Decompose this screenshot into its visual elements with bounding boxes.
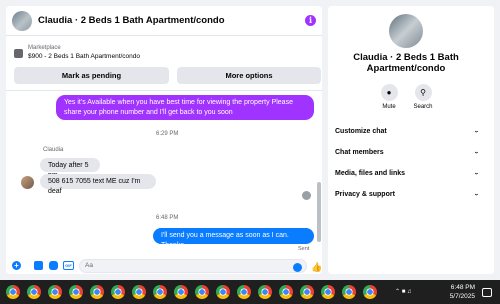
notification-icon[interactable] — [482, 288, 492, 297]
message-input[interactable]: Aa — [79, 259, 307, 273]
chrome-icon[interactable] — [6, 285, 20, 299]
section-label: Privacy & support — [335, 190, 395, 198]
message-outgoing[interactable]: I'll send you a message as soon as I can… — [153, 228, 314, 249]
marketplace-listing[interactable]: Marketplace $900 - 2 Beds 1 Bath Apartme… — [14, 44, 140, 62]
chrome-icon[interactable] — [48, 285, 62, 299]
info-icon[interactable]: i — [305, 15, 316, 26]
search-label: Search — [413, 104, 433, 110]
plus-icon[interactable]: + — [12, 261, 21, 270]
sticker-icon[interactable] — [49, 261, 58, 270]
section-chat-members[interactable]: Chat members › — [335, 145, 480, 159]
avatar[interactable] — [21, 176, 34, 189]
chat-title[interactable]: Claudia · 2 Beds 1 Bath Apartment/condo — [38, 15, 225, 26]
chevron-down-icon: › — [472, 129, 480, 133]
chrome-icon[interactable] — [258, 285, 272, 299]
search-button[interactable]: ⚲ Search — [408, 84, 438, 110]
timestamp: 6:48 PM — [156, 215, 179, 221]
chrome-icon[interactable] — [27, 285, 41, 299]
section-media-files-links[interactable]: Media, files and links › — [335, 166, 480, 180]
chrome-icon[interactable] — [174, 285, 188, 299]
chrome-icon[interactable] — [300, 285, 314, 299]
gif-icon[interactable]: GIF — [63, 261, 74, 270]
chevron-down-icon: › — [472, 171, 480, 175]
chrome-icon[interactable] — [363, 285, 377, 299]
chrome-icon[interactable] — [69, 285, 83, 299]
chrome-icon[interactable] — [342, 285, 356, 299]
section-label: Customize chat — [335, 127, 387, 135]
chrome-icon[interactable] — [132, 285, 146, 299]
scrollbar[interactable] — [317, 182, 321, 242]
mute-button[interactable]: ● Mute — [374, 84, 404, 110]
sender-name: Claudia — [43, 147, 64, 153]
section-label: Media, files and links — [335, 169, 406, 177]
chevron-down-icon: › — [472, 150, 480, 154]
sent-status: Sent — [298, 246, 310, 252]
more-options-button[interactable]: More options — [177, 67, 321, 84]
composer: + GIF Aa 👍 — [6, 256, 322, 274]
chrome-icon[interactable] — [237, 285, 251, 299]
thumbs-up-icon[interactable]: 👍 — [311, 262, 322, 272]
chrome-icon[interactable] — [216, 285, 230, 299]
chrome-icon[interactable] — [279, 285, 293, 299]
mark-as-pending-button[interactable]: Mark as pending — [14, 67, 169, 84]
taskbar: ⌃ ■ ♫ 6:48 PM 5/7/2025 — [0, 280, 500, 304]
chrome-icon[interactable] — [321, 285, 335, 299]
search-icon: ⚲ — [414, 84, 432, 101]
chrome-icon[interactable] — [153, 285, 167, 299]
chrome-icon[interactable] — [195, 285, 209, 299]
chrome-icon[interactable] — [111, 285, 125, 299]
info-name: Claudia · 2 Beds 1 Bath Apartment/condo — [353, 52, 459, 74]
divider — [6, 90, 322, 91]
marketplace-label: Marketplace — [28, 45, 61, 51]
tag-icon — [14, 49, 23, 58]
message-incoming[interactable]: Today after 5 pm — [40, 158, 100, 179]
section-privacy-support[interactable]: Privacy & support › — [335, 187, 480, 201]
mute-label: Mute — [382, 104, 396, 110]
info-panel: Claudia · 2 Beds 1 Bath Apartment/condo … — [328, 6, 494, 274]
emoji-icon[interactable] — [293, 263, 302, 272]
message-incoming[interactable]: 508 615 7055 text ME cuz I'm deaf — [40, 174, 156, 195]
clock-date: 5/7/2025 — [449, 293, 475, 300]
timestamp: 6:29 PM — [156, 131, 179, 137]
chrome-icon[interactable] — [90, 285, 104, 299]
section-customize-chat[interactable]: Customize chat › — [335, 124, 480, 138]
listing-title: $900 - 2 Beds 1 Bath Apartment/condo — [28, 53, 141, 60]
clock[interactable]: 6:48 PM 5/7/2025 — [435, 283, 475, 301]
chevron-down-icon: › — [472, 192, 480, 196]
clock-time: 6:48 PM — [450, 284, 475, 291]
photo-icon[interactable] — [34, 261, 43, 270]
chat-panel: Claudia · 2 Beds 1 Bath Apartment/condo … — [6, 6, 322, 274]
system-tray[interactable]: ⌃ ■ ♫ — [395, 288, 412, 295]
avatar[interactable] — [12, 10, 32, 31]
bell-icon: ● — [380, 84, 398, 101]
message-outgoing[interactable]: Yes it's Available when you have best ti… — [56, 95, 314, 120]
chat-header: Claudia · 2 Beds 1 Bath Apartment/condo … — [6, 6, 322, 36]
avatar[interactable] — [389, 14, 423, 48]
section-label: Chat members — [335, 148, 384, 156]
seen-icon — [302, 191, 311, 200]
